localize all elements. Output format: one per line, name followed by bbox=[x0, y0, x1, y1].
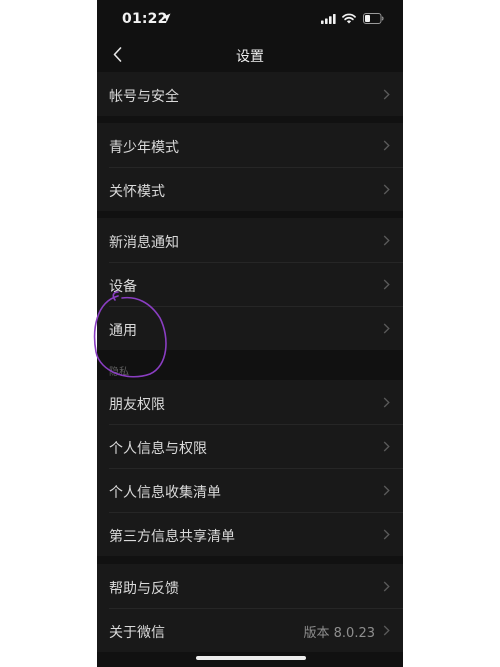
settings-group-general: 新消息通知 设备 通用 bbox=[97, 218, 403, 350]
section-header-privacy: 隐私 bbox=[109, 367, 129, 378]
chevron-right-icon bbox=[383, 89, 390, 100]
home-indicator bbox=[196, 656, 306, 660]
version-value: 版本 8.0.23 bbox=[303, 626, 375, 641]
settings-row-about-wechat[interactable]: 关于微信 版本 8.0.23 bbox=[97, 608, 403, 652]
chevron-right-icon bbox=[383, 235, 390, 246]
settings-row-care-mode[interactable]: 关怀模式 bbox=[97, 167, 403, 211]
row-label: 个人信息收集清单 bbox=[109, 485, 221, 501]
settings-row-devices[interactable]: 设备 bbox=[97, 262, 403, 306]
phone-screen: 01:22 设置 帐号与安全 青少年模式 关怀模式 新消息通知 设备 通用 隐私… bbox=[97, 0, 403, 667]
row-label: 帮助与反馈 bbox=[109, 581, 179, 597]
cellular-signal-icon bbox=[321, 14, 336, 24]
navigation-bar: 设置 bbox=[97, 38, 403, 72]
settings-group-about: 帮助与反馈 关于微信 版本 8.0.23 bbox=[97, 564, 403, 652]
row-label: 帐号与安全 bbox=[109, 89, 179, 105]
chevron-right-icon bbox=[383, 441, 390, 452]
row-label: 新消息通知 bbox=[109, 235, 179, 251]
settings-row-personal-info-collection[interactable]: 个人信息收集清单 bbox=[97, 468, 403, 512]
chevron-right-icon bbox=[383, 323, 390, 334]
settings-group-modes: 青少年模式 关怀模式 bbox=[97, 123, 403, 211]
settings-group-privacy: 朋友权限 个人信息与权限 个人信息收集清单 第三方信息共享清单 bbox=[97, 380, 403, 556]
settings-row-friend-permissions[interactable]: 朋友权限 bbox=[97, 380, 403, 424]
chevron-right-icon bbox=[383, 140, 390, 151]
row-label: 关于微信 bbox=[109, 625, 165, 641]
settings-row-youth-mode[interactable]: 青少年模式 bbox=[97, 123, 403, 167]
row-label: 青少年模式 bbox=[109, 140, 179, 156]
settings-row-general[interactable]: 通用 bbox=[97, 306, 403, 350]
settings-row-notifications[interactable]: 新消息通知 bbox=[97, 218, 403, 262]
chevron-right-icon bbox=[383, 184, 390, 195]
settings-group-account: 帐号与安全 bbox=[97, 72, 403, 116]
settings-row-help-feedback[interactable]: 帮助与反馈 bbox=[97, 564, 403, 608]
battery-icon bbox=[363, 13, 384, 24]
chevron-right-icon bbox=[383, 279, 390, 290]
chevron-right-icon bbox=[383, 581, 390, 592]
page-title: 设置 bbox=[236, 49, 264, 65]
settings-row-account-security[interactable]: 帐号与安全 bbox=[97, 72, 403, 116]
chevron-right-icon bbox=[383, 485, 390, 496]
settings-row-third-party-sharing[interactable]: 第三方信息共享清单 bbox=[97, 512, 403, 556]
chevron-right-icon bbox=[383, 529, 390, 540]
row-label: 通用 bbox=[109, 323, 137, 339]
chevron-right-icon bbox=[383, 625, 390, 636]
status-bar: 01:22 bbox=[97, 0, 403, 40]
row-label: 关怀模式 bbox=[109, 184, 165, 200]
chevron-right-icon bbox=[383, 397, 390, 408]
settings-row-personal-info-permissions[interactable]: 个人信息与权限 bbox=[97, 424, 403, 468]
location-arrow-icon bbox=[161, 13, 171, 23]
row-label: 个人信息与权限 bbox=[109, 441, 207, 457]
wifi-icon bbox=[342, 13, 356, 24]
row-label: 设备 bbox=[109, 279, 137, 295]
row-label: 朋友权限 bbox=[109, 397, 165, 413]
row-label: 第三方信息共享清单 bbox=[109, 529, 235, 545]
